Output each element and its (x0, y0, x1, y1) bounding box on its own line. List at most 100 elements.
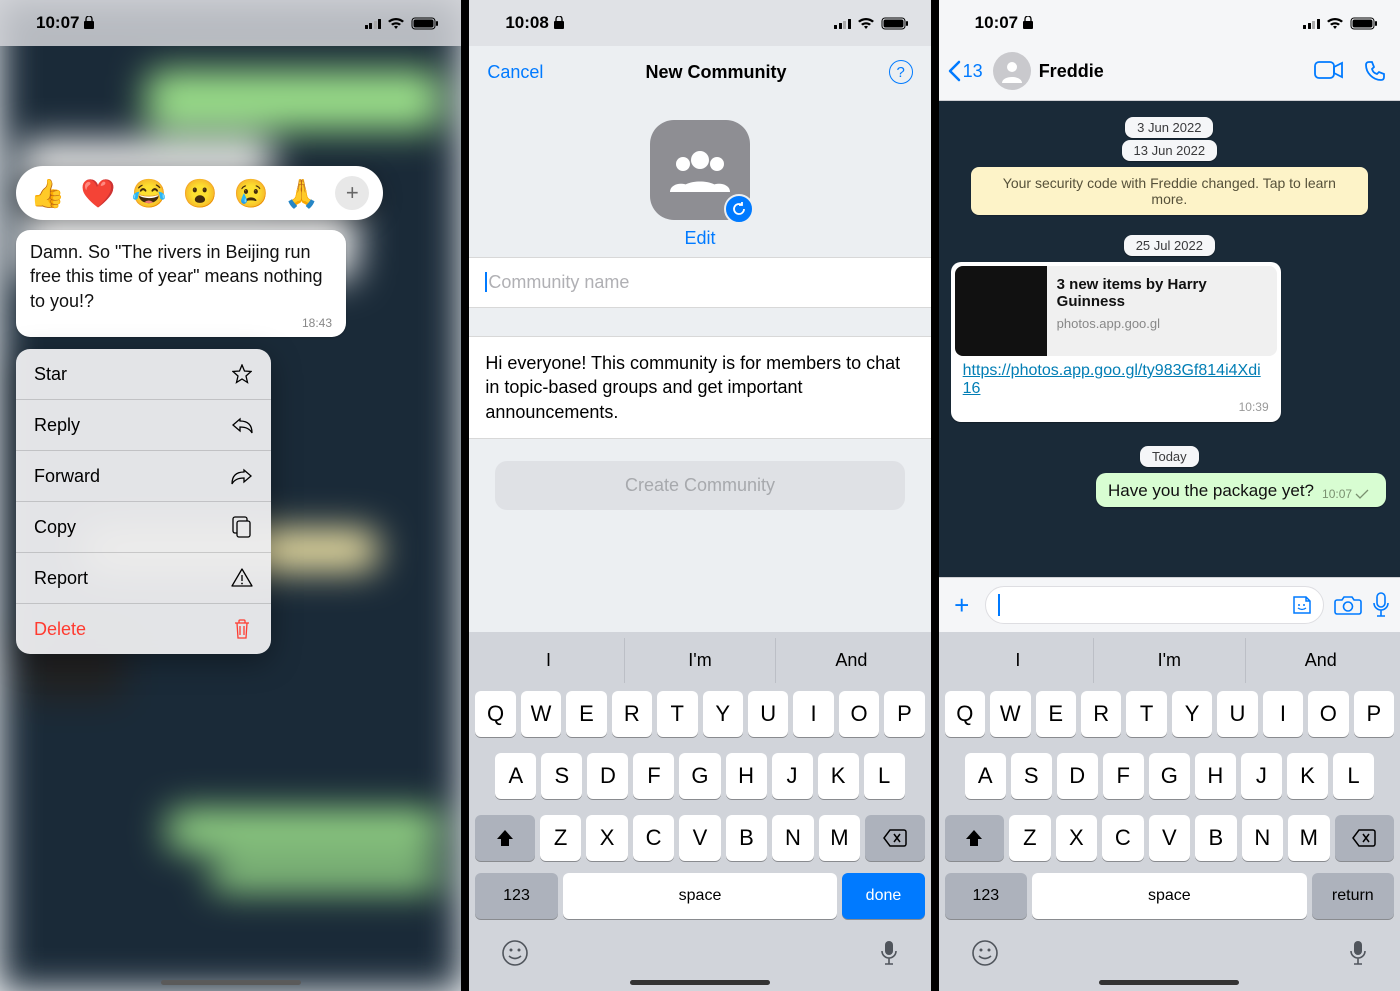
key-v[interactable]: V (679, 815, 720, 861)
key-e[interactable]: E (1036, 691, 1076, 737)
key-f[interactable]: F (1103, 753, 1144, 799)
key-m[interactable]: M (1288, 815, 1329, 861)
key-e[interactable]: E (566, 691, 606, 737)
key-k[interactable]: K (1287, 753, 1328, 799)
key-p[interactable]: P (884, 691, 924, 737)
key-i[interactable]: I (793, 691, 833, 737)
menu-item-forward[interactable]: Forward (16, 451, 271, 502)
security-code-banner[interactable]: Your security code with Freddie changed.… (971, 167, 1368, 215)
dictation-icon[interactable] (879, 939, 899, 967)
key-d[interactable]: D (587, 753, 628, 799)
numeric-key[interactable]: 123 (475, 873, 557, 919)
key-b[interactable]: B (1195, 815, 1236, 861)
key-n[interactable]: N (772, 815, 813, 861)
key-r[interactable]: R (1081, 691, 1121, 737)
key-y[interactable]: Y (703, 691, 743, 737)
community-avatar-placeholder[interactable] (650, 120, 750, 220)
community-name-input[interactable] (488, 272, 917, 293)
reaction-pray[interactable]: 🙏 (284, 177, 319, 210)
reaction-heart[interactable]: ❤️ (81, 177, 116, 210)
key-t[interactable]: T (1126, 691, 1166, 737)
dictation-icon[interactable] (1348, 939, 1368, 967)
backspace-key[interactable] (1335, 815, 1395, 861)
message-input[interactable] (985, 586, 1324, 624)
menu-item-star[interactable]: Star (16, 349, 271, 400)
help-icon[interactable]: ? (889, 60, 913, 84)
suggestion-1[interactable]: I (943, 638, 1094, 683)
contact-name[interactable]: Freddie (1039, 61, 1314, 82)
menu-item-reply[interactable]: Reply (16, 400, 271, 451)
key-o[interactable]: O (1308, 691, 1348, 737)
community-name-field[interactable] (469, 257, 930, 308)
key-q[interactable]: Q (475, 691, 515, 737)
video-call-icon[interactable] (1314, 60, 1344, 82)
key-v[interactable]: V (1149, 815, 1190, 861)
space-key[interactable]: space (563, 873, 838, 919)
reaction-add-button[interactable]: + (335, 176, 369, 210)
reaction-thumbs-up[interactable]: 👍 (30, 177, 65, 210)
home-indicator[interactable] (630, 980, 770, 985)
key-j[interactable]: J (1241, 753, 1282, 799)
key-t[interactable]: T (657, 691, 697, 737)
key-j[interactable]: J (772, 753, 813, 799)
key-a[interactable]: A (495, 753, 536, 799)
link-preview-card[interactable]: 3 new items by Harry Guinness photos.app… (955, 266, 1277, 356)
space-key[interactable]: space (1032, 873, 1307, 919)
key-a[interactable]: A (965, 753, 1006, 799)
sticker-icon[interactable] (1291, 594, 1313, 616)
numeric-key[interactable]: 123 (945, 873, 1027, 919)
key-c[interactable]: C (633, 815, 674, 861)
key-f[interactable]: F (633, 753, 674, 799)
key-l[interactable]: L (864, 753, 905, 799)
emoji-keyboard-icon[interactable] (501, 939, 529, 967)
key-m[interactable]: M (819, 815, 860, 861)
suggestion-3[interactable]: And (1246, 638, 1396, 683)
key-l[interactable]: L (1333, 753, 1374, 799)
key-h[interactable]: H (726, 753, 767, 799)
microphone-icon[interactable] (1372, 592, 1390, 618)
selected-message-bubble[interactable]: Damn. So "The rivers in Beijing run free… (16, 230, 346, 337)
suggestion-1[interactable]: I (473, 638, 624, 683)
outgoing-message[interactable]: Have you the package yet? 10:07 (1096, 473, 1386, 507)
suggestion-2[interactable]: I'm (625, 638, 776, 683)
key-w[interactable]: W (521, 691, 561, 737)
link-url[interactable]: https://photos.app.goo.gl/ty983Gf814i4Xd… (955, 356, 1277, 400)
contact-avatar[interactable] (993, 52, 1031, 90)
reaction-sad[interactable]: 😢 (234, 177, 269, 210)
create-community-button[interactable]: Create Community (495, 461, 904, 510)
key-g[interactable]: G (1149, 753, 1190, 799)
attach-button[interactable]: + (949, 590, 975, 621)
backspace-key[interactable] (865, 815, 925, 861)
home-indicator[interactable] (1099, 980, 1239, 985)
camera-icon[interactable] (1334, 594, 1362, 616)
reaction-laugh[interactable]: 😂 (132, 177, 167, 210)
key-y[interactable]: Y (1172, 691, 1212, 737)
key-h[interactable]: H (1195, 753, 1236, 799)
key-i[interactable]: I (1263, 691, 1303, 737)
key-q[interactable]: Q (945, 691, 985, 737)
shift-key[interactable] (475, 815, 535, 861)
key-k[interactable]: K (818, 753, 859, 799)
key-z[interactable]: Z (540, 815, 581, 861)
key-p[interactable]: P (1354, 691, 1394, 737)
key-g[interactable]: G (679, 753, 720, 799)
key-x[interactable]: X (1056, 815, 1097, 861)
key-w[interactable]: W (990, 691, 1030, 737)
edit-photo-button[interactable]: Edit (684, 228, 715, 249)
community-description-field[interactable]: Hi everyone! This community is for membe… (469, 336, 930, 439)
key-u[interactable]: U (1217, 691, 1257, 737)
menu-item-copy[interactable]: Copy (16, 502, 271, 553)
suggestion-2[interactable]: I'm (1094, 638, 1245, 683)
key-r[interactable]: R (612, 691, 652, 737)
home-indicator[interactable] (161, 980, 301, 985)
cancel-button[interactable]: Cancel (487, 62, 543, 83)
menu-item-delete[interactable]: Delete (16, 604, 271, 654)
reaction-wow[interactable]: 😮 (183, 177, 218, 210)
shift-key[interactable] (945, 815, 1005, 861)
key-z[interactable]: Z (1009, 815, 1050, 861)
return-key[interactable]: return (1312, 873, 1394, 919)
key-u[interactable]: U (748, 691, 788, 737)
suggestion-3[interactable]: And (776, 638, 926, 683)
key-n[interactable]: N (1242, 815, 1283, 861)
emoji-keyboard-icon[interactable] (971, 939, 999, 967)
